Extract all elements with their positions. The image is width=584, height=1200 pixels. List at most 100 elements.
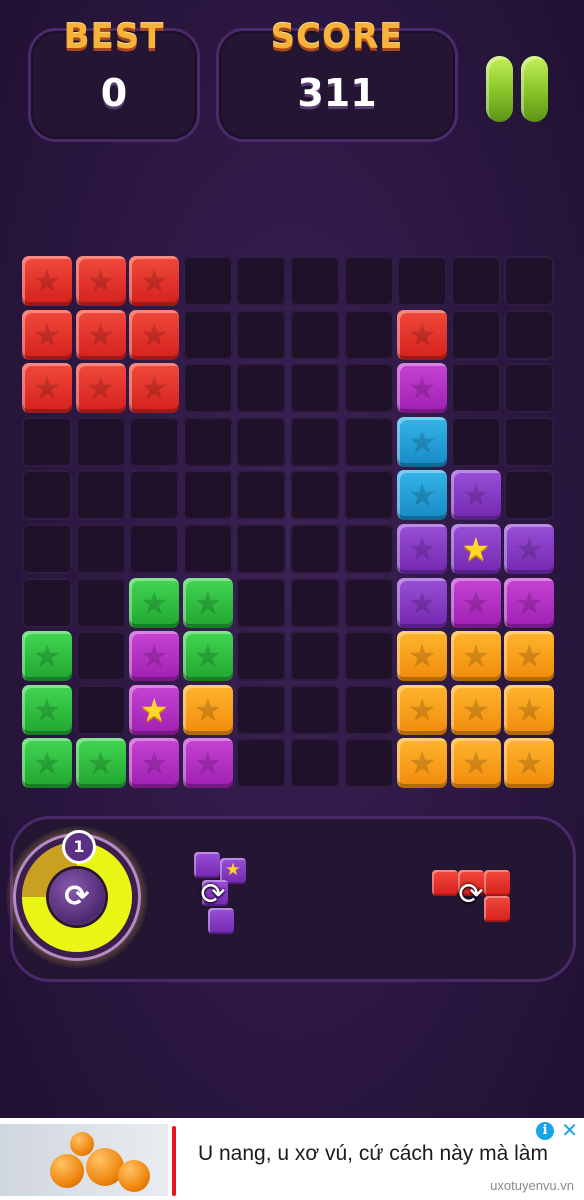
info-icon[interactable]: i xyxy=(536,1122,554,1140)
board-cell[interactable] xyxy=(343,416,394,467)
board-cell[interactable] xyxy=(75,631,126,682)
board-cell[interactable] xyxy=(182,524,233,574)
board-cell[interactable] xyxy=(182,416,233,467)
piece-block xyxy=(432,870,458,896)
board-cell[interactable] xyxy=(22,416,72,467)
board-cell[interactable] xyxy=(290,256,340,306)
board-cell[interactable] xyxy=(504,256,555,306)
board-cell[interactable] xyxy=(343,470,394,521)
piece-block xyxy=(484,870,510,896)
block-orange xyxy=(450,631,501,682)
fruit-graphic xyxy=(118,1160,150,1192)
board-cell[interactable] xyxy=(290,363,340,414)
close-icon[interactable]: ✕ xyxy=(561,1119,578,1141)
score-panel: SCORE 311 xyxy=(216,17,458,142)
board-cell[interactable] xyxy=(236,631,287,682)
block-green xyxy=(22,631,72,682)
board-cell[interactable] xyxy=(75,524,126,574)
ad-headline[interactable]: U nang, u xơ vú, cứ cách này mà làm xyxy=(198,1142,548,1166)
board-cell[interactable] xyxy=(236,524,287,574)
pause-button[interactable] xyxy=(486,56,550,122)
board-cell[interactable] xyxy=(504,416,555,467)
tray-piece-red[interactable]: ⟳ xyxy=(430,866,514,926)
board-cell[interactable] xyxy=(75,416,126,467)
board-cell[interactable] xyxy=(343,524,394,574)
pause-icon-bar xyxy=(521,56,548,122)
board-cell[interactable] xyxy=(290,631,340,682)
board-cell[interactable] xyxy=(129,416,180,467)
bomb-powerup[interactable]: ⟳ 1 xyxy=(6,826,148,968)
fruit-graphic xyxy=(70,1132,94,1156)
board-cell[interactable] xyxy=(75,470,126,521)
board-cell[interactable] xyxy=(343,684,394,735)
block-cyan xyxy=(397,470,448,521)
board-cell[interactable] xyxy=(236,363,287,414)
board-cell[interactable] xyxy=(343,309,394,360)
board-cell[interactable] xyxy=(343,256,394,306)
board-cell[interactable] xyxy=(290,684,340,735)
board-cell[interactable] xyxy=(22,577,72,628)
board-cell[interactable] xyxy=(129,524,180,574)
star-block xyxy=(450,524,501,574)
board-cell[interactable] xyxy=(75,684,126,735)
tray-piece-purple[interactable]: ⟳ xyxy=(190,852,250,942)
board-cell[interactable] xyxy=(22,470,72,521)
block-orange xyxy=(450,738,501,789)
board-cell[interactable] xyxy=(290,416,340,467)
block-red xyxy=(22,363,72,414)
block-magenta xyxy=(129,631,180,682)
piece-block xyxy=(484,896,510,922)
block-orange xyxy=(450,684,501,735)
block-orange xyxy=(504,684,555,735)
board-cell[interactable] xyxy=(290,470,340,521)
board-cell[interactable] xyxy=(75,577,126,628)
block-red xyxy=(22,256,72,306)
block-purple xyxy=(504,524,555,574)
board-cell[interactable] xyxy=(236,309,287,360)
board-cell[interactable] xyxy=(182,470,233,521)
board-cell[interactable] xyxy=(236,738,287,789)
block-orange xyxy=(397,738,448,789)
board-cell[interactable] xyxy=(236,256,287,306)
block-green xyxy=(22,738,72,789)
board-cell[interactable] xyxy=(397,256,448,306)
board-cell[interactable] xyxy=(22,524,72,574)
best-value: 0 xyxy=(100,71,128,115)
board-cell[interactable] xyxy=(504,309,555,360)
board-cell[interactable] xyxy=(450,256,501,306)
board-cell[interactable] xyxy=(182,363,233,414)
star-block xyxy=(129,684,180,735)
board-cell[interactable] xyxy=(236,416,287,467)
board-cell[interactable] xyxy=(236,684,287,735)
score-value: 311 xyxy=(297,71,377,115)
board-cell[interactable] xyxy=(129,470,180,521)
pause-icon xyxy=(486,56,513,122)
board-cell[interactable] xyxy=(343,631,394,682)
board-cell[interactable] xyxy=(290,577,340,628)
block-green xyxy=(129,577,180,628)
board-cell[interactable] xyxy=(236,470,287,521)
block-red xyxy=(75,256,126,306)
board-cell[interactable] xyxy=(450,416,501,467)
board-cell[interactable] xyxy=(343,363,394,414)
board-cell[interactable] xyxy=(343,577,394,628)
board-cell[interactable] xyxy=(236,577,287,628)
board-cell[interactable] xyxy=(290,524,340,574)
ad-banner[interactable]: U nang, u xơ vú, cứ cách này mà làm uxot… xyxy=(0,1118,584,1200)
board-cell[interactable] xyxy=(504,363,555,414)
ad-image[interactable] xyxy=(0,1124,168,1196)
ad-url[interactable]: uxotuyenvu.vn xyxy=(490,1178,574,1193)
board-cell[interactable] xyxy=(343,738,394,789)
board-cell[interactable] xyxy=(450,363,501,414)
bomb-count-badge: 1 xyxy=(62,830,96,864)
board-cell[interactable] xyxy=(290,309,340,360)
game-board[interactable] xyxy=(22,256,558,792)
board-cell[interactable] xyxy=(182,309,233,360)
board-cell[interactable] xyxy=(290,738,340,789)
score-label: SCORE xyxy=(270,17,404,57)
board-cell[interactable] xyxy=(182,256,233,306)
block-green xyxy=(22,684,72,735)
block-purple xyxy=(450,470,501,521)
board-cell[interactable] xyxy=(504,470,555,521)
board-cell[interactable] xyxy=(450,309,501,360)
